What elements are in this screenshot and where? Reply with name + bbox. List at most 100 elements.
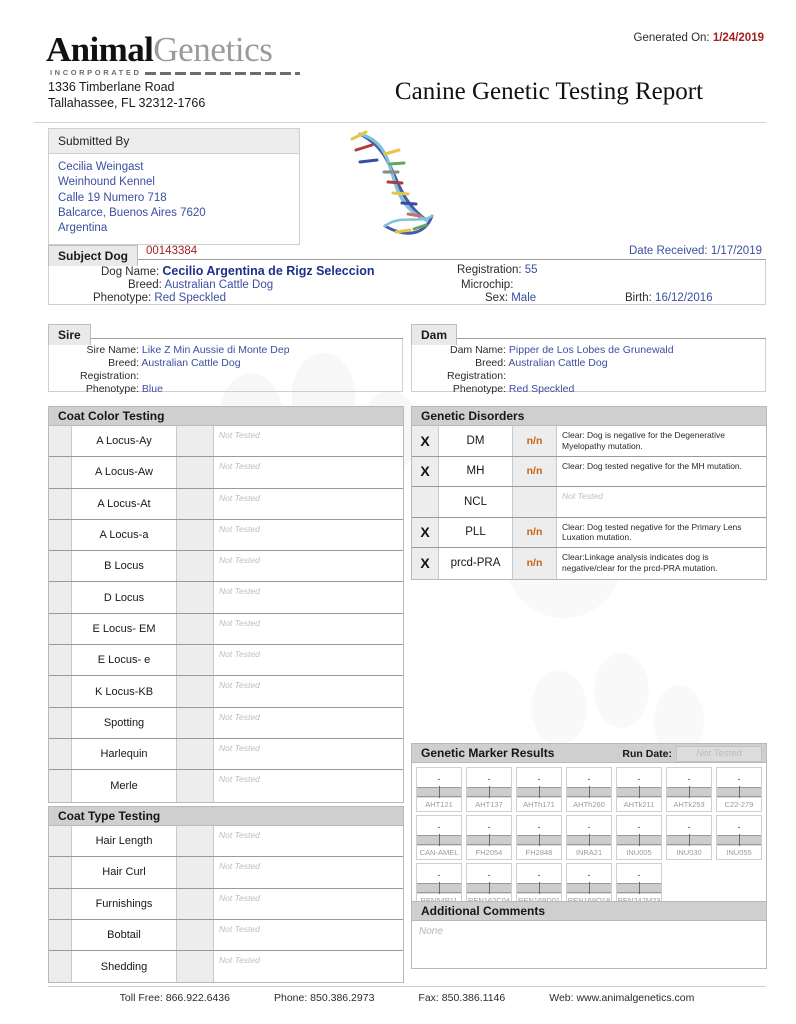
marker-band xyxy=(667,786,711,798)
not-tested-label: Not Tested xyxy=(219,861,260,872)
marker-value: - xyxy=(537,774,541,784)
not-tested-label: Not Tested xyxy=(219,830,260,840)
tested-checkbox[interactable] xyxy=(49,426,72,457)
marker-cell[interactable]: - INRA21 xyxy=(566,815,612,860)
dam-phenotype-label: Phenotype: xyxy=(452,383,506,395)
phenotype-value: Red Speckled xyxy=(154,292,226,304)
not-tested-label: Not Tested xyxy=(219,586,260,597)
marker-cell[interactable]: - AHTk253 xyxy=(666,767,712,812)
marker-band xyxy=(567,786,611,798)
test-name: DM xyxy=(439,426,513,456)
tested-checkbox[interactable] xyxy=(49,551,72,582)
sire-name-field: Sire Name: Like Z Min Aussie di Monte De… xyxy=(57,344,289,356)
run-date-field[interactable]: Not Tested xyxy=(676,746,762,762)
marker-band xyxy=(517,786,561,798)
marker-cell[interactable]: - FH2054 xyxy=(466,815,512,860)
test-name: PLL xyxy=(439,517,513,547)
marker-cell[interactable]: - CAN-AMEL xyxy=(416,815,462,860)
footer-phone: Phone: 850.386.2973 xyxy=(273,992,375,1004)
marker-label: C22-279 xyxy=(717,797,761,811)
submitter-country: Argentina xyxy=(58,222,108,235)
additional-comments-body: None xyxy=(419,926,443,937)
marker-cell[interactable]: - INU030 xyxy=(666,815,712,860)
report-page: AnimalGenetics INCORPORATED 1336 Timberl… xyxy=(0,0,796,1024)
date-received: Date Received: 1/17/2019 xyxy=(629,245,762,257)
marker-cell[interactable]: - INU005 xyxy=(616,815,662,860)
tested-checkbox[interactable] xyxy=(49,519,72,551)
tested-checkbox[interactable] xyxy=(49,676,72,707)
marker-cell[interactable]: - AHTk211 xyxy=(616,767,662,812)
tested-checkbox[interactable] xyxy=(49,888,72,919)
test-name: MH xyxy=(439,456,513,486)
tested-checkbox[interactable] xyxy=(49,707,72,738)
test-comment: Not Tested xyxy=(214,676,403,706)
marker-cell[interactable]: - INU055 xyxy=(716,815,762,860)
not-tested-label: Not Tested xyxy=(219,461,260,472)
submitted-by-panel: Submitted By Cecilia Weingast Weinhound … xyxy=(48,128,300,246)
genetic-disorders-table: Genetic Disorders X DM n/n Clear: Dog is ne… xyxy=(411,406,767,580)
tested-checkbox[interactable] xyxy=(49,613,72,645)
marker-label: AHTh171 xyxy=(517,797,561,811)
test-comment: Not Tested xyxy=(214,739,403,769)
test-comment: Not Tested xyxy=(214,920,403,950)
marker-value: - xyxy=(487,774,491,784)
marker-label: AHTk253 xyxy=(667,797,711,811)
coat-color-testing-title: Coat Color Testing xyxy=(49,407,403,426)
tested-checkbox[interactable] xyxy=(49,919,72,951)
not-tested-label: Not Tested xyxy=(219,492,260,503)
tested-checkbox[interactable] xyxy=(49,488,72,519)
sex-field: Sex: Male xyxy=(485,292,536,304)
footer-web[interactable]: Web: www.animalgenetics.com xyxy=(549,992,694,1004)
marker-cell[interactable]: - AHTh260 xyxy=(566,767,612,812)
test-result xyxy=(177,676,214,707)
table-row: A Locus-a Not Tested xyxy=(49,519,403,552)
tested-checkbox[interactable]: X xyxy=(412,456,439,486)
marker-label: INU055 xyxy=(717,845,761,859)
tested-checkbox[interactable] xyxy=(49,857,72,888)
marker-plot: - xyxy=(567,864,611,883)
test-comment: Not Tested xyxy=(557,487,766,517)
dog-name-value: Cecilio Argentina de Rigz Seleccion xyxy=(162,264,375,278)
tested-checkbox[interactable] xyxy=(49,826,72,857)
marker-cell[interactable]: - AHT137 xyxy=(466,767,512,812)
marker-plot: - xyxy=(517,768,561,787)
dam-breed-value: Australian Cattle Dog xyxy=(508,357,608,369)
test-name: A Locus-a xyxy=(72,519,177,551)
test-result xyxy=(177,919,214,951)
test-name: Harlequin xyxy=(72,738,177,770)
marker-cell[interactable]: - C22-279 xyxy=(716,767,762,812)
marker-row: - AHT121 - AHT137 - AHTh171 - AHTh260 - AHTk211 - A… xyxy=(416,767,763,812)
tested-checkbox[interactable] xyxy=(49,582,72,613)
table-row: D Locus Not Tested xyxy=(49,582,403,614)
tested-checkbox[interactable] xyxy=(49,738,72,770)
page-title: Canine Genetic Testing Report xyxy=(394,78,704,105)
dam-breed-label: Breed: xyxy=(475,357,506,369)
test-result: n/n xyxy=(513,517,557,547)
marker-cell[interactable]: - FH2848 xyxy=(516,815,562,860)
marker-cell[interactable]: - AHTh171 xyxy=(516,767,562,812)
marker-cell[interactable]: - AHT121 xyxy=(416,767,462,812)
tested-checkbox[interactable] xyxy=(49,951,72,983)
test-name: E Locus- EM xyxy=(72,613,177,645)
marker-value: - xyxy=(587,774,591,784)
tested-checkbox[interactable]: X xyxy=(412,426,439,456)
not-tested-label: Not Tested xyxy=(219,923,260,934)
test-comment: Not Tested xyxy=(214,614,403,644)
tested-checkbox[interactable] xyxy=(49,770,72,802)
marker-label: AHT121 xyxy=(417,797,461,811)
test-comment: Not Tested xyxy=(214,489,403,519)
tested-checkbox[interactable] xyxy=(49,645,72,676)
test-result: n/n xyxy=(513,548,557,579)
test-name: E Locus- e xyxy=(72,645,177,676)
tested-checkbox[interactable]: X xyxy=(412,517,439,547)
marker-plot: - xyxy=(617,864,661,883)
sire-breed-field: Breed: Australian Cattle Dog xyxy=(57,357,241,369)
test-result xyxy=(177,613,214,645)
tested-checkbox[interactable] xyxy=(49,457,72,488)
tested-checkbox[interactable]: X xyxy=(412,548,439,579)
genetic-disorders-title: Genetic Disorders xyxy=(412,407,766,426)
tested-checkbox[interactable] xyxy=(412,487,439,517)
sire-registration-field: Registration: xyxy=(57,370,139,382)
test-comment: Clear: Dog is negative for the Degenerat… xyxy=(562,430,726,451)
dam-breed-field: Breed: Australian Cattle Dog xyxy=(420,357,608,369)
